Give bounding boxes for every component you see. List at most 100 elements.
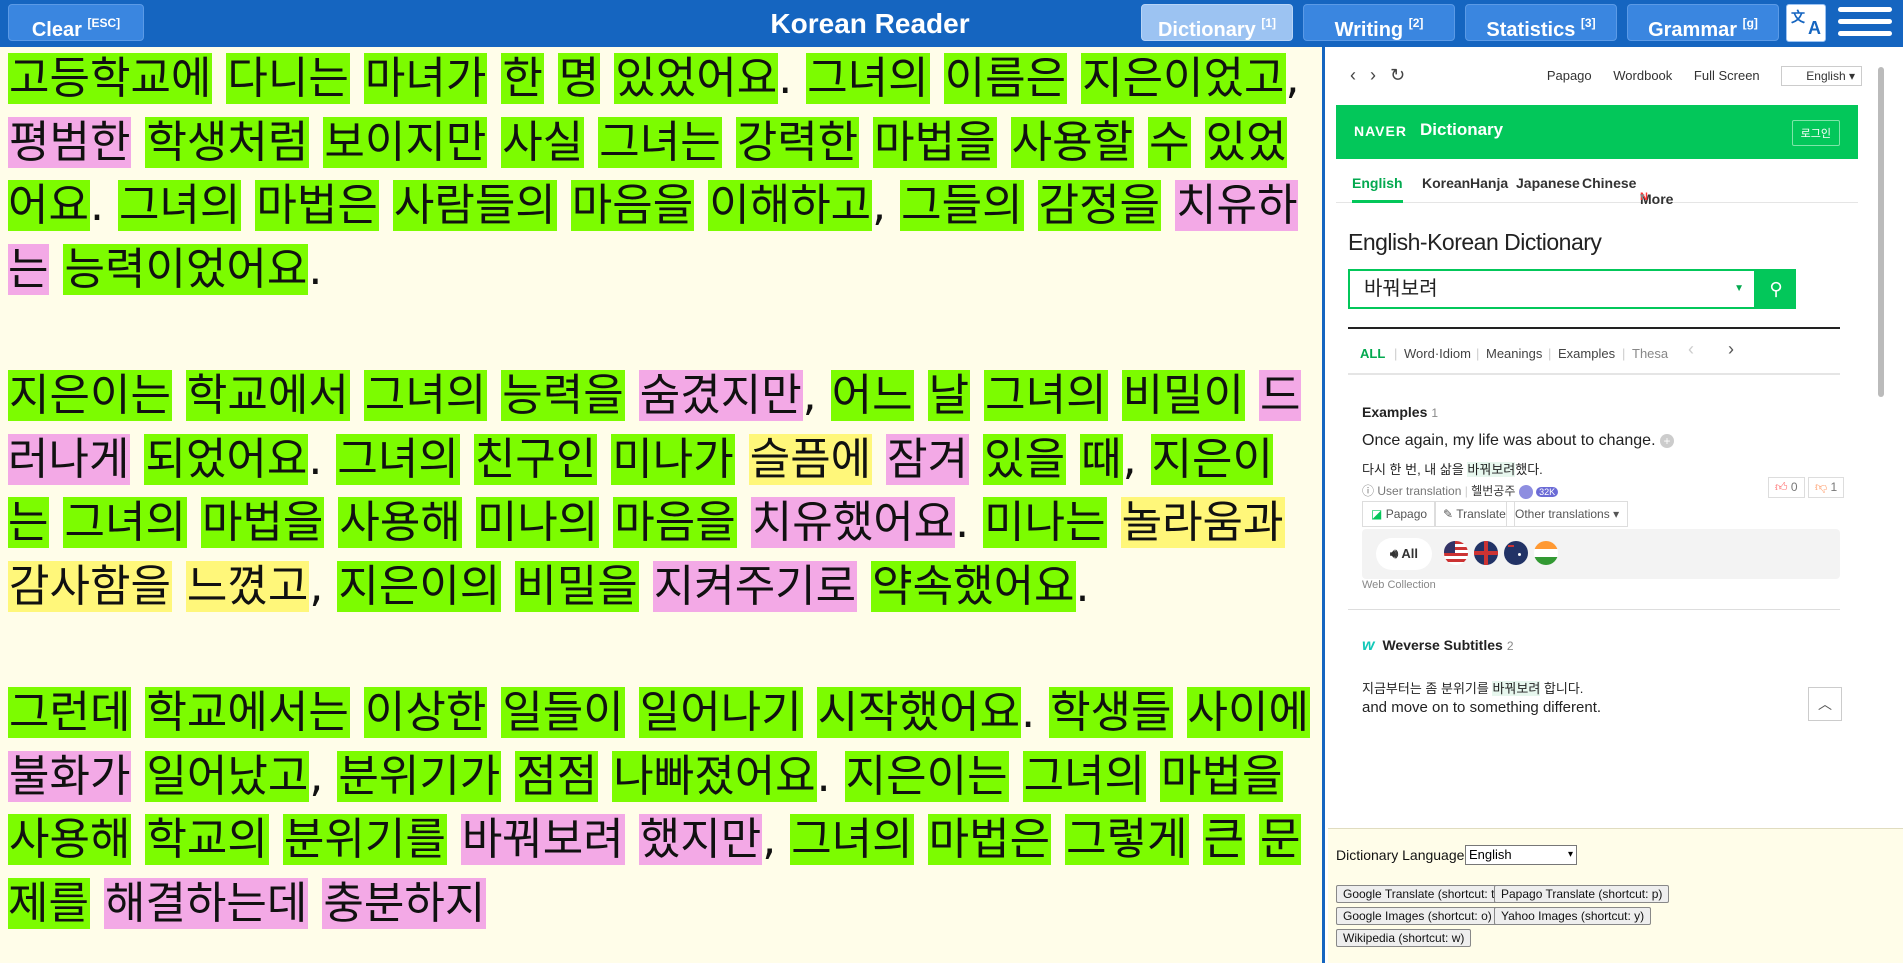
lang-tab-korean[interactable]: Korean bbox=[1422, 175, 1470, 191]
search-input[interactable]: 바꿔보려 ▼ bbox=[1348, 269, 1756, 309]
tab-dictionary[interactable]: Dictionary [1] bbox=[1141, 4, 1293, 41]
result-tab-examples[interactable]: Examples bbox=[1558, 346, 1615, 361]
reader-word[interactable]: 학교에서는 bbox=[145, 687, 350, 738]
dislike-button[interactable]: 👎︎ 1 bbox=[1808, 477, 1845, 498]
reader-word[interactable]: 고등학교에 bbox=[8, 53, 213, 104]
reader-word[interactable]: 그녀의 bbox=[117, 180, 242, 231]
dictionary-language-select[interactable]: English ▾ bbox=[1465, 845, 1577, 865]
reader-word[interactable]: 지은이었고 bbox=[1081, 53, 1286, 104]
reader-word[interactable]: 지은이는 bbox=[844, 750, 1009, 802]
tab-writing[interactable]: Writing [2] bbox=[1303, 4, 1455, 41]
reader-word[interactable]: 점점 bbox=[515, 750, 599, 802]
reader-word[interactable]: 마법을 bbox=[200, 497, 325, 548]
reader-word[interactable]: 감사함을 bbox=[8, 560, 172, 612]
reader-word[interactable]: 이해하고 bbox=[708, 180, 873, 231]
reader-word[interactable]: 때 bbox=[1080, 433, 1123, 485]
site-language-select[interactable]: English ▾ bbox=[1781, 66, 1862, 86]
translate-button[interactable]: ✎ Translate bbox=[1434, 501, 1515, 527]
tabs-next-icon[interactable]: › bbox=[1728, 339, 1734, 360]
reader-word[interactable]: 바꿔보려 bbox=[460, 814, 625, 865]
link-wordbook[interactable]: Wordbook bbox=[1613, 68, 1672, 83]
iframe-scrollbar[interactable] bbox=[1876, 59, 1886, 817]
reader-word[interactable]: 숨겼지만 bbox=[638, 370, 803, 421]
result-tab-meanings[interactable]: Meanings bbox=[1486, 346, 1542, 361]
google-images-button[interactable]: Google Images (shortcut: o) bbox=[1336, 907, 1499, 925]
reader-word[interactable]: 일들이 bbox=[501, 687, 625, 738]
papago-translate-button[interactable]: Papago Translate (shortcut: p) bbox=[1494, 885, 1670, 903]
reader-word[interactable]: 분위기를 bbox=[282, 814, 447, 865]
like-button[interactable]: 👍︎ 0 bbox=[1768, 477, 1805, 498]
reader-word[interactable]: 이상한 bbox=[363, 687, 488, 738]
dictionary-brand-title[interactable]: Dictionary bbox=[1420, 120, 1503, 140]
link-fullscreen[interactable]: Full Screen bbox=[1694, 68, 1760, 83]
reader-word[interactable]: 다니는 bbox=[226, 53, 350, 104]
reader-word[interactable]: 감정을 bbox=[1037, 180, 1162, 231]
reader-word[interactable]: 수 bbox=[1148, 116, 1191, 168]
reader-word[interactable]: 그녀의 bbox=[363, 370, 488, 421]
reader-word[interactable]: 학생들 bbox=[1049, 687, 1173, 738]
reader-word[interactable]: 비밀을 bbox=[515, 560, 639, 612]
reader-word[interactable]: 했지만 bbox=[638, 814, 763, 865]
back-icon[interactable]: ‹ bbox=[1350, 65, 1370, 85]
reader-word[interactable]: 명 bbox=[557, 53, 601, 104]
scroll-to-top-button[interactable]: ︿ bbox=[1808, 687, 1842, 721]
reader-word[interactable]: 일어났고 bbox=[145, 750, 310, 802]
reader-word[interactable]: 그녀의 bbox=[1022, 750, 1147, 802]
reader-word[interactable]: 그녀의 bbox=[984, 370, 1108, 421]
tab-statistics[interactable]: Statistics [3] bbox=[1465, 4, 1617, 41]
wikipedia-button[interactable]: Wikipedia (shortcut: w) bbox=[1336, 929, 1472, 947]
link-papago[interactable]: Papago bbox=[1547, 68, 1592, 83]
reader-word[interactable]: 미나의 bbox=[475, 497, 600, 548]
reader-word[interactable]: 사용할 bbox=[1010, 116, 1135, 168]
reader-word[interactable]: 그런데 bbox=[8, 687, 132, 738]
reader-word[interactable]: 슬픔에 bbox=[748, 433, 873, 485]
reader-word[interactable]: 시작했어요 bbox=[816, 687, 1022, 738]
yahoo-images-button[interactable]: Yahoo Images (shortcut: y) bbox=[1494, 907, 1652, 925]
reader-word[interactable]: 큰 bbox=[1202, 814, 1246, 865]
reader-word[interactable]: 치유했어요 bbox=[750, 497, 956, 548]
reader-word[interactable]: 학생처럼 bbox=[145, 116, 310, 168]
clear-button[interactable]: Clear [ESC] bbox=[8, 4, 144, 41]
reader-word[interactable]: 마음을 bbox=[613, 497, 737, 548]
reader-word[interactable]: 학교의 bbox=[145, 814, 269, 865]
result-tab-word-idiom[interactable]: Word·Idiom bbox=[1404, 346, 1471, 361]
reader-word[interactable]: 놀라움과 bbox=[1120, 497, 1285, 548]
us-flag-icon[interactable] bbox=[1444, 541, 1468, 565]
reader-word[interactable]: 사이에 bbox=[1186, 687, 1310, 738]
reader-word[interactable]: 약속했어요 bbox=[871, 560, 1076, 612]
reader-word[interactable]: 마법은 bbox=[927, 814, 1052, 865]
result-tab-thesaurus[interactable]: Thesa bbox=[1632, 346, 1668, 361]
reader-word[interactable]: 사람들의 bbox=[392, 180, 557, 231]
reader-word[interactable]: 그들의 bbox=[900, 180, 1024, 231]
reader-word[interactable]: 해결하는데 bbox=[103, 877, 309, 929]
reader-word[interactable]: 느꼈고 bbox=[185, 560, 310, 612]
reader-word[interactable]: 학교에서 bbox=[185, 370, 350, 421]
reader-word[interactable]: 미나가 bbox=[611, 433, 735, 485]
reader-word[interactable]: 지켜주기로 bbox=[652, 560, 858, 612]
reader-word[interactable]: 마법을 bbox=[873, 116, 997, 168]
reader-word[interactable]: 그녀의 bbox=[806, 53, 930, 104]
reader-word[interactable]: 평범한 bbox=[8, 116, 132, 168]
reader-word[interactable]: 날 bbox=[927, 370, 971, 421]
reader-word[interactable]: 보이지만 bbox=[323, 116, 488, 168]
forward-icon[interactable]: › bbox=[1370, 65, 1390, 85]
papago-button[interactable]: ◪ Papago bbox=[1362, 501, 1437, 527]
lang-tab-chinese[interactable]: Chinese bbox=[1582, 175, 1636, 191]
reader-word[interactable]: 마음을 bbox=[570, 180, 695, 231]
result-tab-all[interactable]: ALL bbox=[1360, 346, 1385, 361]
reader-word[interactable]: 지은이는 bbox=[8, 370, 172, 421]
reader-word[interactable]: 지은이의 bbox=[337, 560, 502, 612]
reader-word[interactable]: 그녀의 bbox=[63, 497, 187, 548]
login-button[interactable]: 로그인 bbox=[1791, 120, 1840, 146]
reader-word[interactable]: 마법을 bbox=[1160, 750, 1284, 802]
reader-word[interactable]: 있을 bbox=[983, 433, 1067, 485]
reader-word[interactable]: 그렇게 bbox=[1065, 814, 1189, 865]
australia-flag-icon[interactable] bbox=[1504, 541, 1528, 565]
tabs-prev-icon[interactable]: ‹ bbox=[1688, 339, 1694, 360]
reader-word[interactable]: 한 bbox=[501, 53, 544, 104]
reader-word[interactable]: 분위기가 bbox=[337, 750, 502, 802]
reader-word[interactable]: 나빠졌어요 bbox=[612, 750, 817, 802]
autocomplete-toggle-icon[interactable]: ▼ bbox=[1734, 271, 1744, 307]
reader-word[interactable]: 사실 bbox=[501, 116, 585, 168]
reader-word[interactable]: 이름은 bbox=[943, 53, 1068, 104]
